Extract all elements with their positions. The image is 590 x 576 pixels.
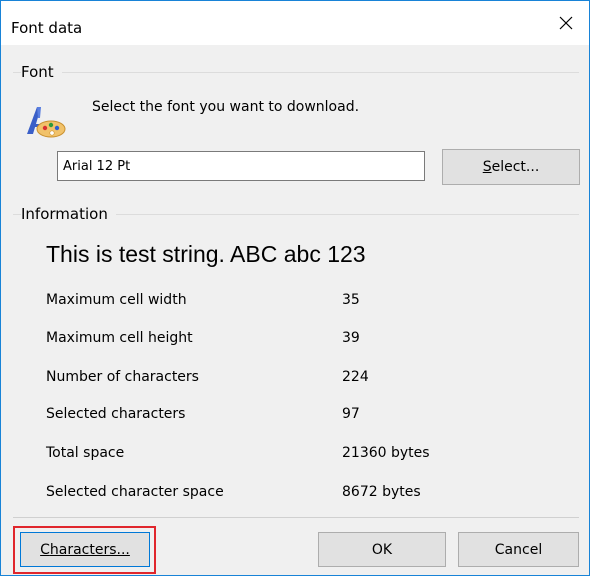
close-icon: [559, 16, 573, 30]
info-row: Maximum cell height 39: [46, 328, 526, 348]
info-label: Maximum cell height: [46, 330, 193, 346]
font-sample-text: This is test string. ABC abc 123: [46, 241, 366, 267]
info-value: 35: [342, 292, 360, 308]
info-label: Maximum cell width: [46, 292, 187, 308]
info-value: 39: [342, 330, 360, 346]
title-bar: Font data: [1, 1, 589, 45]
info-row: Number of characters 224: [46, 367, 526, 387]
info-label: Total space: [46, 445, 125, 461]
font-group-line: [13, 72, 579, 73]
info-label: Selected characters: [46, 406, 186, 422]
close-button[interactable]: [543, 1, 589, 45]
info-value: 8672 bytes: [342, 484, 421, 500]
info-row: Selected character space 8672 bytes: [46, 482, 526, 502]
info-value: 224: [342, 369, 369, 385]
info-group-label: Information: [21, 205, 116, 223]
info-label: Selected character space: [46, 484, 224, 500]
font-data-dialog: Font data Font Select the font you want …: [0, 0, 590, 576]
button-separator: [13, 517, 579, 518]
info-row: Selected characters 97: [46, 404, 526, 424]
font-name-field[interactable]: [57, 151, 425, 181]
characters-button-mnemonic: C: [40, 541, 50, 558]
cancel-button[interactable]: Cancel: [458, 532, 579, 567]
select-button-label: elect...: [491, 159, 540, 175]
info-row: Total space 21360 bytes: [46, 443, 526, 463]
ok-button[interactable]: OK: [318, 532, 446, 567]
font-group-label: Font: [21, 63, 62, 81]
info-value: 21360 bytes: [342, 445, 430, 461]
info-row: Maximum cell width 35: [46, 290, 526, 310]
select-button-mnemonic: S: [482, 159, 492, 175]
select-font-button[interactable]: Select...: [442, 149, 580, 185]
font-palette-icon: [27, 107, 66, 138]
characters-button-label: haracters...: [49, 541, 130, 558]
font-instruction-text: Select the font you want to download.: [92, 99, 360, 115]
info-label: Number of characters: [46, 369, 199, 385]
dialog-title: Font data: [11, 19, 83, 37]
info-value: 97: [342, 406, 360, 422]
characters-button[interactable]: Characters...: [20, 532, 150, 567]
